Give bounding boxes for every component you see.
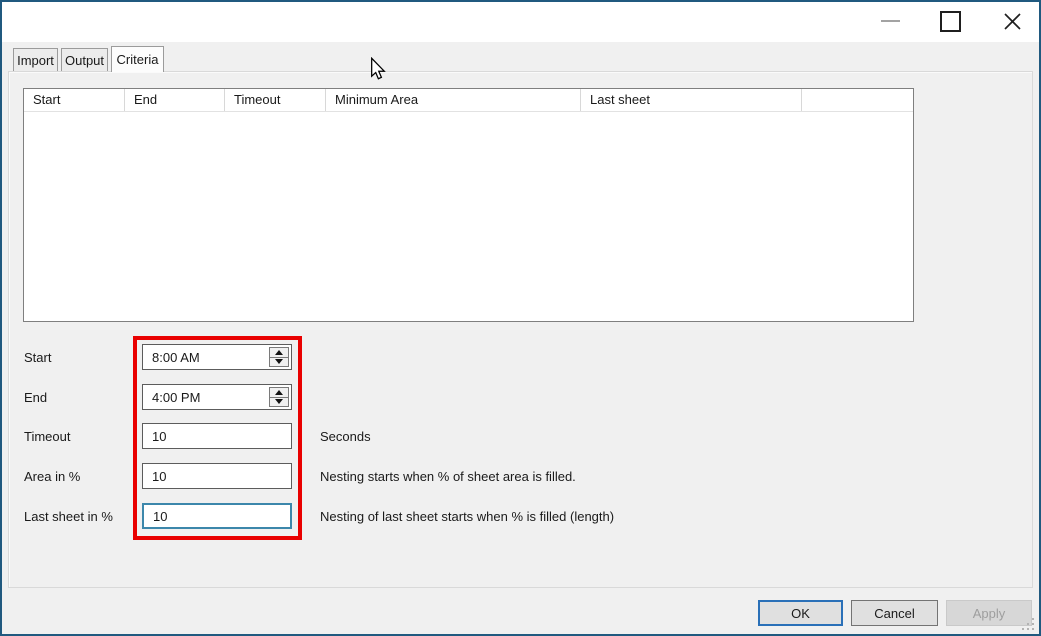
end-spinner (269, 387, 289, 407)
arrow-down-icon (275, 399, 283, 404)
minimize-icon (881, 20, 900, 22)
criteria-list-header: Start End Timeout Minimum Area Last shee… (24, 89, 913, 112)
maximize-button[interactable] (936, 10, 964, 32)
column-header-minimum-area[interactable]: Minimum Area (326, 89, 581, 111)
last-sheet-input[interactable] (144, 505, 290, 527)
ok-button[interactable]: OK (758, 600, 843, 626)
apply-button: Apply (946, 600, 1032, 626)
close-button[interactable] (998, 9, 1026, 33)
start-field[interactable] (142, 344, 292, 370)
area-input[interactable] (143, 464, 291, 488)
cancel-button-label: Cancel (874, 606, 914, 621)
end-spin-up[interactable] (270, 388, 288, 398)
timeout-label: Timeout (24, 423, 70, 449)
last-sheet-hint: Nesting of last sheet starts when % is f… (320, 503, 614, 529)
start-spin-up[interactable] (270, 348, 288, 358)
column-header-timeout[interactable]: Timeout (225, 89, 326, 111)
apply-button-label: Apply (973, 606, 1006, 621)
tab-import-label: Import (17, 53, 54, 68)
tab-output-label: Output (65, 53, 104, 68)
area-field[interactable] (142, 463, 292, 489)
arrow-up-icon (275, 350, 283, 355)
last-sheet-field[interactable] (142, 503, 292, 529)
start-spinner (269, 347, 289, 367)
timeout-input[interactable] (143, 424, 291, 448)
tab-criteria[interactable]: Criteria (111, 46, 164, 72)
minimize-button[interactable] (876, 10, 904, 32)
start-spin-down[interactable] (270, 358, 288, 367)
arrow-up-icon (275, 390, 283, 395)
criteria-list[interactable]: Start End Timeout Minimum Area Last shee… (23, 88, 914, 322)
end-spin-down[interactable] (270, 398, 288, 407)
timeout-field[interactable] (142, 423, 292, 449)
column-header-last-sheet[interactable]: Last sheet (581, 89, 802, 111)
tab-import[interactable]: Import (13, 48, 58, 71)
area-label: Area in % (24, 463, 80, 489)
start-input[interactable] (143, 345, 267, 369)
start-label: Start (24, 344, 51, 370)
column-header-end[interactable]: End (125, 89, 225, 111)
end-input[interactable] (143, 385, 267, 409)
ok-button-label: OK (791, 606, 810, 621)
last-sheet-label: Last sheet in % (24, 503, 113, 529)
maximize-icon (940, 11, 961, 32)
timeout-hint: Seconds (320, 423, 371, 449)
title-bar[interactable] (2, 2, 1039, 42)
tab-output[interactable]: Output (61, 48, 108, 71)
resize-grip-icon[interactable] (1022, 618, 1034, 630)
dialog-window: Import Output Criteria Start End Timeout… (0, 0, 1041, 636)
end-label: End (24, 384, 47, 410)
area-hint: Nesting starts when % of sheet area is f… (320, 463, 576, 489)
column-header-filler (802, 89, 913, 111)
tab-criteria-label: Criteria (117, 52, 159, 67)
column-header-start[interactable]: Start (24, 89, 125, 111)
arrow-down-icon (275, 359, 283, 364)
close-icon (1002, 11, 1023, 32)
end-field[interactable] (142, 384, 292, 410)
cancel-button[interactable]: Cancel (851, 600, 938, 626)
